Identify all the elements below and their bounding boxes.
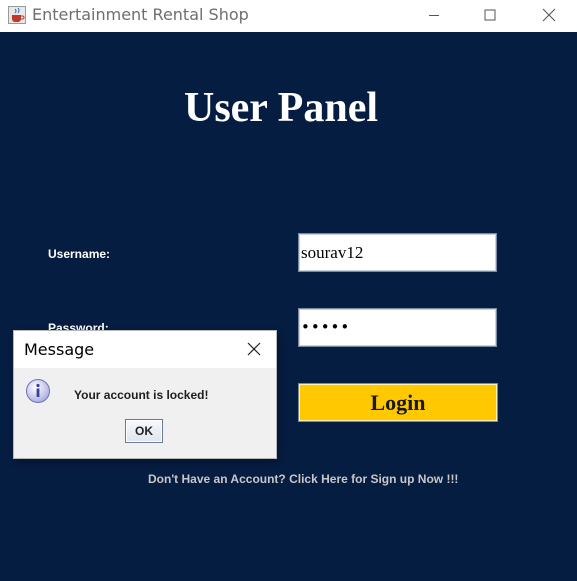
dialog-titlebar: Message xyxy=(14,331,276,368)
dialog-title: Message xyxy=(24,340,95,359)
close-icon xyxy=(542,8,556,22)
minimize-icon xyxy=(429,15,439,16)
maximize-icon xyxy=(484,9,496,21)
close-icon[interactable] xyxy=(246,341,262,357)
window-title: Entertainment Rental Shop xyxy=(32,5,249,24)
message-dialog: Message Your account is locked! OK xyxy=(14,331,276,458)
signup-link[interactable]: Don't Have an Account? Click Here for Si… xyxy=(148,472,458,486)
minimize-button[interactable] xyxy=(411,0,457,30)
page-title: User Panel xyxy=(183,85,379,131)
ok-button[interactable]: OK xyxy=(125,419,163,443)
username-label: Username: xyxy=(48,247,111,261)
password-field[interactable]: ••••• xyxy=(298,308,497,347)
username-field[interactable]: sourav12 xyxy=(298,233,497,272)
window-titlebar: Entertainment Rental Shop xyxy=(0,0,577,32)
login-button[interactable]: Login xyxy=(298,383,498,422)
dialog-message: Your account is locked! xyxy=(74,388,209,402)
close-button[interactable] xyxy=(526,0,572,30)
user-panel: User Panel Username: sourav12 Password: … xyxy=(0,32,577,581)
maximize-button[interactable] xyxy=(467,0,513,30)
info-icon xyxy=(26,379,50,403)
java-cup-icon xyxy=(8,6,26,24)
